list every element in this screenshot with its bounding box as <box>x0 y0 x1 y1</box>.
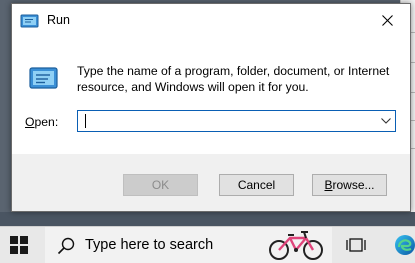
text-caret <box>85 114 86 128</box>
dropdown-button[interactable] <box>377 111 395 131</box>
search-placeholder: Type here to search <box>85 237 214 253</box>
cancel-label: Cancel <box>237 178 276 192</box>
run-dialog: Run Type the name of a program, folder, … <box>11 3 411 212</box>
close-button[interactable] <box>364 4 410 37</box>
ok-button[interactable]: OK <box>123 174 198 196</box>
open-label-text: pen: <box>34 115 59 129</box>
desktop-background <box>0 212 415 226</box>
browse-label: rowse... <box>332 178 375 192</box>
taskbar: Type here to search <box>0 226 415 263</box>
instructions-text: Type the name of a program, folder, docu… <box>77 64 390 94</box>
title-bar[interactable]: Run <box>12 4 410 37</box>
task-view-icon[interactable] <box>346 236 366 254</box>
open-input[interactable] <box>82 112 372 130</box>
window-title: Run <box>47 13 70 27</box>
browse-mnemonic: B <box>324 178 333 192</box>
cancel-button[interactable]: Cancel <box>219 174 294 196</box>
open-combobox[interactable] <box>77 110 396 132</box>
search-icon <box>57 237 75 255</box>
edge-icon[interactable] <box>394 234 415 256</box>
chevron-down-icon <box>381 118 391 124</box>
run-icon <box>20 14 39 28</box>
bike-icon[interactable] <box>266 229 328 261</box>
taskbar-search-box[interactable]: Type here to search <box>45 227 332 263</box>
windows-start-icon[interactable] <box>8 234 30 256</box>
open-label: Open: <box>25 115 58 129</box>
browse-button[interactable]: Browse... <box>312 174 387 196</box>
button-bar: OK Cancel Browse... <box>12 154 410 211</box>
ok-label: OK <box>151 178 170 192</box>
dialog-body: Type the name of a program, folder, docu… <box>12 37 410 154</box>
run-icon <box>29 67 58 89</box>
close-icon <box>381 15 393 26</box>
